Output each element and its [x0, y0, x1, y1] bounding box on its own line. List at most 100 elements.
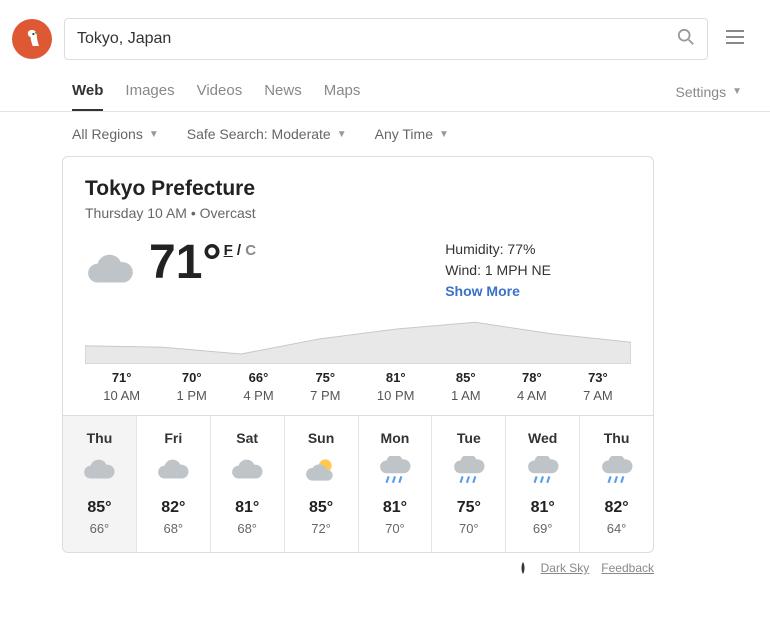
sun-icon [304, 456, 338, 484]
day-high: 75° [432, 499, 505, 517]
day-name: Wed [506, 430, 579, 446]
day-low: 70° [432, 521, 505, 536]
day-name: Thu [580, 430, 653, 446]
hourly-item[interactable]: 81° 10 PM [377, 370, 415, 403]
hourly-item[interactable]: 73° 7 AM [583, 370, 613, 403]
hourly-time: 7 PM [310, 388, 340, 403]
day-low: 69° [506, 521, 579, 536]
daily-item[interactable]: Sun 85° 72° [285, 416, 359, 552]
tab-news[interactable]: News [264, 72, 302, 111]
day-name: Tue [432, 430, 505, 446]
daily-item[interactable]: Wed 81° 69° [506, 416, 580, 552]
hourly-time: 10 AM [103, 388, 140, 403]
hourly-item[interactable]: 71° 10 AM [103, 370, 140, 403]
darksky-icon [517, 562, 529, 574]
hourly-temp: 81° [377, 370, 415, 385]
hourly-temp: 70° [177, 370, 207, 385]
hourly-time: 4 AM [517, 388, 547, 403]
day-high: 81° [211, 499, 284, 517]
daily-item[interactable]: Thu 85° 66° [63, 416, 137, 552]
weather-details: Humidity: 77% Wind: 1 MPH NE Show More [445, 239, 551, 302]
cloud-icon [156, 456, 190, 484]
current-temperature: 71° F / C [149, 239, 256, 287]
day-high: 82° [580, 499, 653, 517]
hourly-time: 7 AM [583, 388, 613, 403]
filter-safesearch[interactable]: Safe Search: Moderate▼ [187, 126, 347, 142]
weather-footer: Dark Sky Feedback [62, 561, 654, 575]
show-more-link[interactable]: Show More [445, 281, 551, 302]
hourly-item[interactable]: 70° 1 PM [177, 370, 207, 403]
daily-item[interactable]: Tue 75° 70° [432, 416, 506, 552]
weather-card: Tokyo Prefecture Thursday 10 AM • Overca… [62, 156, 654, 553]
hourly-forecast: 71° 10 AM 70° 1 PM 66° 4 PM 75°7 PM 81° 10 PM 85°… [63, 370, 653, 415]
hourly-temp: 73° [583, 370, 613, 385]
day-name: Fri [137, 430, 210, 446]
day-name: Mon [359, 430, 432, 446]
day-name: Sat [211, 430, 284, 446]
day-low: 68° [137, 521, 210, 536]
settings-dropdown[interactable]: Settings ▼ [676, 84, 743, 100]
unit-fahrenheit[interactable]: F [224, 242, 233, 259]
day-high: 85° [63, 499, 136, 517]
rain-icon [526, 456, 560, 484]
hourly-time: 10 PM [377, 388, 415, 403]
chevron-down-icon: ▼ [149, 129, 159, 140]
source-link[interactable]: Dark Sky [541, 561, 590, 575]
day-high: 85° [285, 499, 358, 517]
weather-subtitle: Thursday 10 AM • Overcast [63, 201, 653, 239]
cloud-icon [230, 456, 264, 484]
hourly-temp-chart [85, 314, 631, 364]
day-name: Sun [285, 430, 358, 446]
day-low: 72° [285, 521, 358, 536]
search-bar[interactable] [64, 18, 708, 60]
unit-celsius[interactable]: C [245, 242, 256, 259]
current-condition-icon [85, 245, 135, 295]
day-low: 70° [359, 521, 432, 536]
filter-time[interactable]: Any Time▼ [375, 126, 449, 142]
day-high: 81° [506, 499, 579, 517]
location-name: Tokyo Prefecture [63, 177, 653, 201]
hourly-temp: 78° [517, 370, 547, 385]
daily-item[interactable]: Sat 81° 68° [211, 416, 285, 552]
day-high: 82° [137, 499, 210, 517]
duckduckgo-logo[interactable] [12, 19, 52, 59]
day-low: 68° [211, 521, 284, 536]
hamburger-menu-icon[interactable] [720, 24, 750, 55]
day-name: Thu [63, 430, 136, 446]
day-high: 81° [359, 499, 432, 517]
humidity: Humidity: 77% [445, 239, 551, 260]
rain-icon [452, 456, 486, 484]
tab-web[interactable]: Web [72, 72, 103, 111]
cloud-icon [82, 456, 116, 484]
chevron-down-icon: ▼ [439, 129, 449, 140]
daily-item[interactable]: Fri 82° 68° [137, 416, 211, 552]
hourly-temp: 71° [103, 370, 140, 385]
tab-videos[interactable]: Videos [197, 72, 243, 111]
hourly-temp: 66° [243, 370, 273, 385]
hourly-item[interactable]: 78° 4 AM [517, 370, 547, 403]
chevron-down-icon: ▼ [732, 86, 742, 97]
day-low: 66° [63, 521, 136, 536]
hourly-temp: 85° [451, 370, 481, 385]
daily-item[interactable]: Mon 81° 70° [359, 416, 433, 552]
hourly-item[interactable]: 85° 1 AM [451, 370, 481, 403]
hourly-time: 1 AM [451, 388, 481, 403]
daily-item[interactable]: Thu 82° 64° [580, 416, 653, 552]
settings-label: Settings [676, 84, 727, 100]
hourly-time: 4 PM [243, 388, 273, 403]
tab-images[interactable]: Images [125, 72, 174, 111]
search-input[interactable] [77, 30, 677, 48]
hourly-item[interactable]: 66° 4 PM [243, 370, 273, 403]
filter-region[interactable]: All Regions▼ [72, 126, 159, 142]
hourly-time: 1 PM [177, 388, 207, 403]
day-low: 64° [580, 521, 653, 536]
search-tabs: Web Images Videos News Maps [72, 72, 360, 111]
chevron-down-icon: ▼ [337, 129, 347, 140]
rain-icon [378, 456, 412, 484]
feedback-link[interactable]: Feedback [601, 561, 654, 575]
daily-forecast: Thu85°66°Fri82°68°Sat81°68°Sun85°72°Mon8… [63, 415, 653, 552]
tab-maps[interactable]: Maps [324, 72, 361, 111]
rain-icon [600, 456, 634, 484]
search-icon[interactable] [677, 28, 695, 51]
hourly-item[interactable]: 75°7 PM [310, 370, 340, 403]
